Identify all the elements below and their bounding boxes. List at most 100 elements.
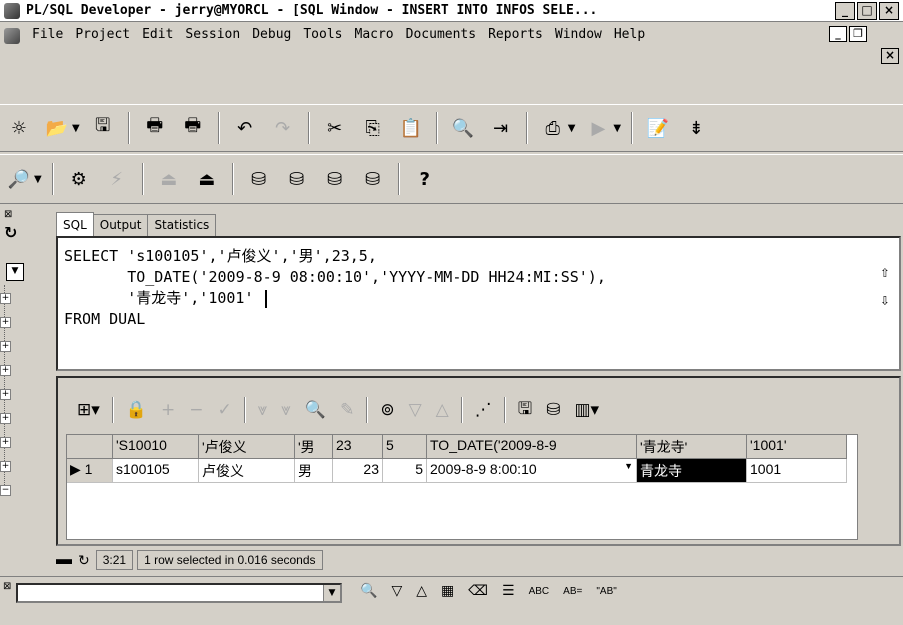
command-window-icon[interactable]: ⛁ [322,166,348,192]
table-cell[interactable]: 2009-8-9 8:00:10 ▼ [427,459,637,483]
report-icon[interactable]: ⛁ [360,166,386,192]
tree-expand-icon[interactable]: + [0,437,11,448]
column-header[interactable]: '卢俊义 [199,435,295,459]
menu-reports[interactable]: Reports [482,27,549,42]
menu-session[interactable]: Session [179,27,246,42]
column-header[interactable]: '1001' [747,435,847,459]
table-cell[interactable]: 23 [333,459,383,483]
sql-editor[interactable]: SELECT 's100105','卢俊义','男',23,5, TO_DATE… [56,236,901,371]
insert-record-icon[interactable]: + [161,400,175,420]
column-header[interactable]: '青龙寺' [637,435,747,459]
redo-icon[interactable]: ↷ [270,115,296,141]
binoculars-icon[interactable]: 🔍 [360,583,377,599]
column-header[interactable]: 'S10010 [113,435,199,459]
table-row[interactable]: ▶ 1 s100105 卢俊义 男 23 5 2009-8-9 8:00:10 … [67,459,847,483]
tree-expand-icon[interactable]: + [0,293,11,304]
tree-expand-icon[interactable]: + [0,341,11,352]
table-cell[interactable]: 1001 [747,459,847,483]
minimize-button[interactable]: _ [835,2,855,20]
mdi-close-button[interactable]: × [881,48,899,64]
find-dropdown-icon[interactable]: ▼ [323,585,340,601]
tree-expand-icon[interactable]: + [0,413,11,424]
find-next-icon[interactable]: ▽ [391,583,402,599]
tree-expand-icon[interactable]: + [0,365,11,376]
menu-edit[interactable]: Edit [136,27,179,42]
open-icon[interactable]: 📂 [44,115,70,141]
mdi-minimize-button[interactable]: _ [829,26,847,42]
find-bar-close-icon[interactable]: ⊠ [3,581,11,592]
rollback-icon[interactable]: ⏏ [194,166,220,192]
menu-help[interactable]: Help [608,27,651,42]
indent-icon[interactable]: ⇟ [683,115,709,141]
help-icon[interactable]: ? [412,166,438,192]
undo-icon[interactable]: ↶ [232,115,258,141]
filter-icon[interactable]: ⩔ [258,400,268,420]
column-header[interactable]: 5 [383,435,427,459]
run-disabled-icon[interactable]: ▶ [585,115,611,141]
whole-word-button[interactable]: AB= [563,586,582,597]
menu-macro[interactable]: Macro [349,27,400,42]
filter-clear-icon[interactable]: ⩔ [281,400,291,420]
sql-text[interactable]: SELECT 's100105','卢俊义','男',23,5, TO_DATE… [64,246,606,330]
highlight-icon[interactable]: ▦ [441,583,454,599]
replace-icon[interactable]: ⇥ [488,115,514,141]
save-grid-icon[interactable]: 🖫 [518,396,532,425]
find-input[interactable]: ▼ [16,583,342,603]
maximize-button[interactable]: □ [857,2,877,20]
cell-dropdown-icon[interactable]: ▼ [624,461,633,471]
panel-close-icon[interactable]: ⊠ [4,209,12,220]
tree-expand-icon[interactable]: + [0,389,11,400]
tree-expand-icon[interactable]: + [0,461,11,472]
execute-dropdown-icon[interactable]: ▼ [568,123,576,134]
run-dropdown-icon[interactable]: ▼ [613,123,621,134]
table-cell[interactable]: 5 [383,459,427,483]
regex-button[interactable]: "AB" [596,586,616,597]
menu-documents[interactable]: Documents [400,27,482,42]
menu-debug[interactable]: Debug [246,27,297,42]
find-previous-icon[interactable]: △ [416,583,427,599]
case-sensitive-button[interactable]: ABC [529,586,550,597]
mdi-restore-button[interactable]: ❐ [849,26,867,42]
compile-icon[interactable]: ⚙ [66,166,92,192]
table-cell-selected[interactable]: 青龙寺 [637,459,747,483]
properties-icon[interactable]: 📝 [645,115,671,141]
table-cell[interactable]: 男 [295,459,333,483]
document-icon[interactable] [4,28,20,44]
open-dropdown-icon[interactable]: ▼ [72,123,80,134]
menu-tools[interactable]: Tools [297,27,348,42]
new-icon[interactable]: ☼ [6,115,32,141]
menu-project[interactable]: Project [69,27,136,42]
zoom-icon[interactable]: 🔎 [6,166,32,192]
chart-icon[interactable]: ⋰ [475,400,492,420]
find-grid-icon[interactable]: 🔍 [305,400,326,420]
break-icon[interactable]: ⚡ [104,166,130,192]
tree-collapse-icon[interactable]: − [0,485,11,496]
tab-sql[interactable]: SQL [56,212,94,236]
print-preview-icon[interactable]: 🖶 [180,115,206,141]
up-arrow-icon[interactable]: ⇧ [875,258,895,286]
execute-icon[interactable]: ⎙ [540,115,566,141]
options-icon[interactable]: ☰ [502,583,515,599]
down-arrow-icon[interactable]: ⇩ [875,286,895,314]
table-cell[interactable]: s100105 [113,459,199,483]
print-icon[interactable]: 🖶 [142,115,168,141]
commit-icon[interactable]: ⏏ [156,166,182,192]
table-cell[interactable]: 卢俊义 [199,459,295,483]
save-icon[interactable]: 🖫 [90,115,116,141]
zoom-dropdown-icon[interactable]: ▼ [34,174,42,185]
grid-select-icon[interactable]: ⊞▾ [77,400,100,420]
row-indicator[interactable]: ▶ 1 [67,459,113,483]
sql-window-icon[interactable]: ⛁ [284,166,310,192]
db-connect-icon[interactable]: ⛁ [246,166,272,192]
lock-icon[interactable]: 🔒 [126,400,147,420]
menu-window[interactable]: Window [549,27,608,42]
edit-icon[interactable]: ✎ [340,400,354,420]
panel-dropdown-icon[interactable]: ▼ [6,263,24,281]
tab-output[interactable]: Output [92,214,149,236]
next-icon[interactable]: ▽ [409,400,422,420]
tree-expand-icon[interactable]: + [0,317,11,328]
database-icon[interactable]: ⛁ [546,400,560,420]
previous-icon[interactable]: △ [436,400,449,420]
find-icon[interactable]: 🔍 [450,115,476,141]
clear-icon[interactable]: ⌫ [468,583,488,599]
